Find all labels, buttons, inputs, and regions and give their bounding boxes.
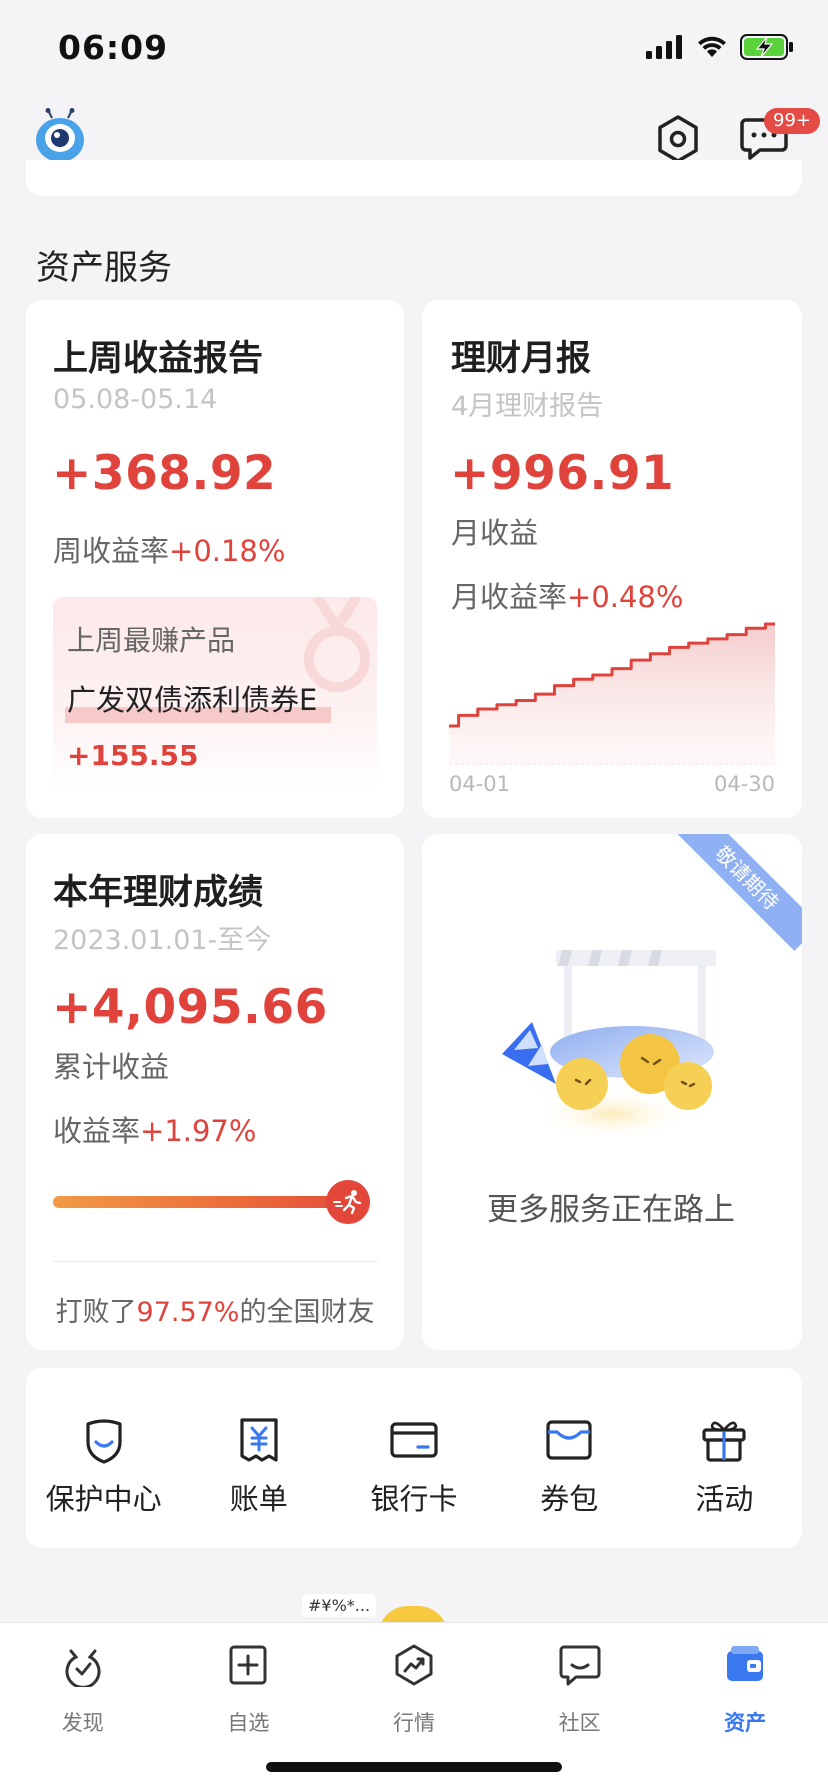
best-product-value: +155.55 — [67, 739, 199, 772]
shop-coins-illustration-icon — [502, 950, 716, 1140]
beat-progress-bar — [53, 1196, 370, 1208]
best-product-name: 广发双债添利债券E — [67, 683, 318, 717]
weekly-title: 上周收益报告 — [53, 339, 264, 379]
quick-link-label: 保护中心 — [45, 1482, 162, 1516]
quick-link-protection-center[interactable]: 保护中心 — [26, 1368, 181, 1548]
assets-wallet-icon — [727, 1646, 764, 1681]
bank-card-icon — [390, 1422, 438, 1458]
coming-soon-card: 敬请期待 更多服务正在路上 — [422, 834, 802, 1350]
message-count-badge: 99+ — [764, 108, 820, 134]
quick-link-coupons[interactable]: 券包 — [492, 1368, 647, 1548]
community-icon — [559, 1645, 601, 1686]
status-bar: 06:09 — [0, 0, 828, 100]
best-product-title: 上周最赚产品 — [67, 624, 236, 657]
weekly-rate-line: 周收益率+0.18% — [53, 528, 285, 570]
market-icon — [395, 1644, 433, 1686]
beat-suffix: 的全国财友 — [239, 1297, 375, 1328]
status-icons — [646, 34, 794, 60]
yearly-amount-label: 累计收益 — [53, 1050, 170, 1084]
quick-link-label: 券包 — [540, 1482, 599, 1516]
beat-percent: 97.57% — [136, 1297, 240, 1328]
yearly-amount: +4,095.66 — [52, 980, 328, 1035]
section-title: 资产服务 — [36, 248, 172, 288]
previous-card-edge — [26, 160, 802, 196]
beat-prefix: 打败了 — [55, 1297, 137, 1328]
yearly-subtitle: 2023.01.01-至今 — [53, 925, 272, 956]
monthly-earnings-chart — [449, 622, 775, 766]
weekly-date-range: 05.08-05.14 — [53, 384, 218, 415]
chart-x-end-label: 04-30 — [713, 772, 775, 796]
monthly-subtitle: 4月理财报告 — [451, 391, 604, 422]
quick-link-label: 账单 — [229, 1482, 288, 1516]
chart-area-fill — [449, 624, 775, 766]
bill-icon — [240, 1418, 278, 1462]
yearly-title: 本年理财成绩 — [53, 873, 264, 913]
tab-label: 行情 — [392, 1711, 435, 1735]
weekly-rate-label: 周收益率 — [53, 534, 170, 568]
watchlist-icon — [229, 1645, 267, 1685]
quick-link-label: 银行卡 — [370, 1482, 458, 1516]
yearly-performance-card[interactable]: 本年理财成绩 2023.01.01-至今 +4,095.66 累计收益 收益率+… — [26, 834, 404, 1350]
weekly-rate-value: +0.18% — [169, 534, 286, 568]
coming-soon-ribbon: 敬请期待 — [674, 834, 802, 951]
discover-icon — [65, 1649, 101, 1687]
running-person-icon — [333, 1190, 362, 1215]
monthly-amount-label: 月收益 — [451, 516, 539, 550]
best-product-box[interactable]: 上周最赚产品 广发双债添利债券E +155.55 — [53, 597, 377, 795]
chart-x-start-label: 04-01 — [449, 772, 511, 796]
battery-charging-icon — [740, 34, 793, 60]
yearly-rate-line: 收益率+1.97% — [53, 1108, 256, 1150]
beat-text: 打败了97.57%的全国财友 — [26, 1290, 404, 1329]
tab-label: 自选 — [227, 1711, 270, 1735]
yearly-rate-value: +1.97% — [140, 1114, 257, 1148]
tab-label: 社区 — [558, 1711, 601, 1735]
settings-gear-icon[interactable] — [654, 114, 702, 164]
wifi-icon — [698, 36, 726, 57]
yearly-rate-label: 收益率 — [53, 1114, 141, 1148]
monthly-title: 理财月报 — [451, 339, 592, 379]
monthly-report-card[interactable]: 理财月报 4月理财报告 +996.91 月收益 月收益率+0.48% 04-01… — [422, 300, 802, 818]
monthly-amount: +996.91 — [450, 446, 675, 501]
coupon-wallet-icon — [546, 1420, 592, 1460]
tab-discover[interactable]: 发现 — [0, 1623, 166, 1792]
quick-link-bill[interactable]: 账单 — [181, 1368, 336, 1548]
quick-link-bank-card[interactable]: 银行卡 — [336, 1368, 491, 1548]
weekly-amount: +368.92 — [52, 446, 277, 501]
divider — [53, 1261, 378, 1262]
tab-label: 资产 — [724, 1711, 767, 1735]
weekly-report-card[interactable]: 上周收益报告 05.08-05.14 +368.92 周收益率+0.18% 上周… — [26, 300, 404, 818]
tab-label: 发现 — [61, 1711, 104, 1735]
home-indicator — [266, 1762, 562, 1772]
shield-icon — [85, 1419, 122, 1464]
tab-assets[interactable]: 资产 — [662, 1623, 828, 1792]
quick-links-card: 保护中心 账单 银行卡 券包 活动 — [26, 1368, 802, 1548]
floating-tag: #¥%*... — [302, 1594, 377, 1617]
status-time: 06:09 — [58, 28, 169, 67]
gift-icon — [702, 1421, 747, 1462]
quick-link-label: 活动 — [695, 1482, 754, 1516]
quick-link-activities[interactable]: 活动 — [647, 1368, 802, 1548]
progress-knob — [326, 1180, 370, 1224]
cellular-signal-icon — [646, 35, 682, 59]
coming-soon-text: 更多服务正在路上 — [487, 1192, 735, 1228]
